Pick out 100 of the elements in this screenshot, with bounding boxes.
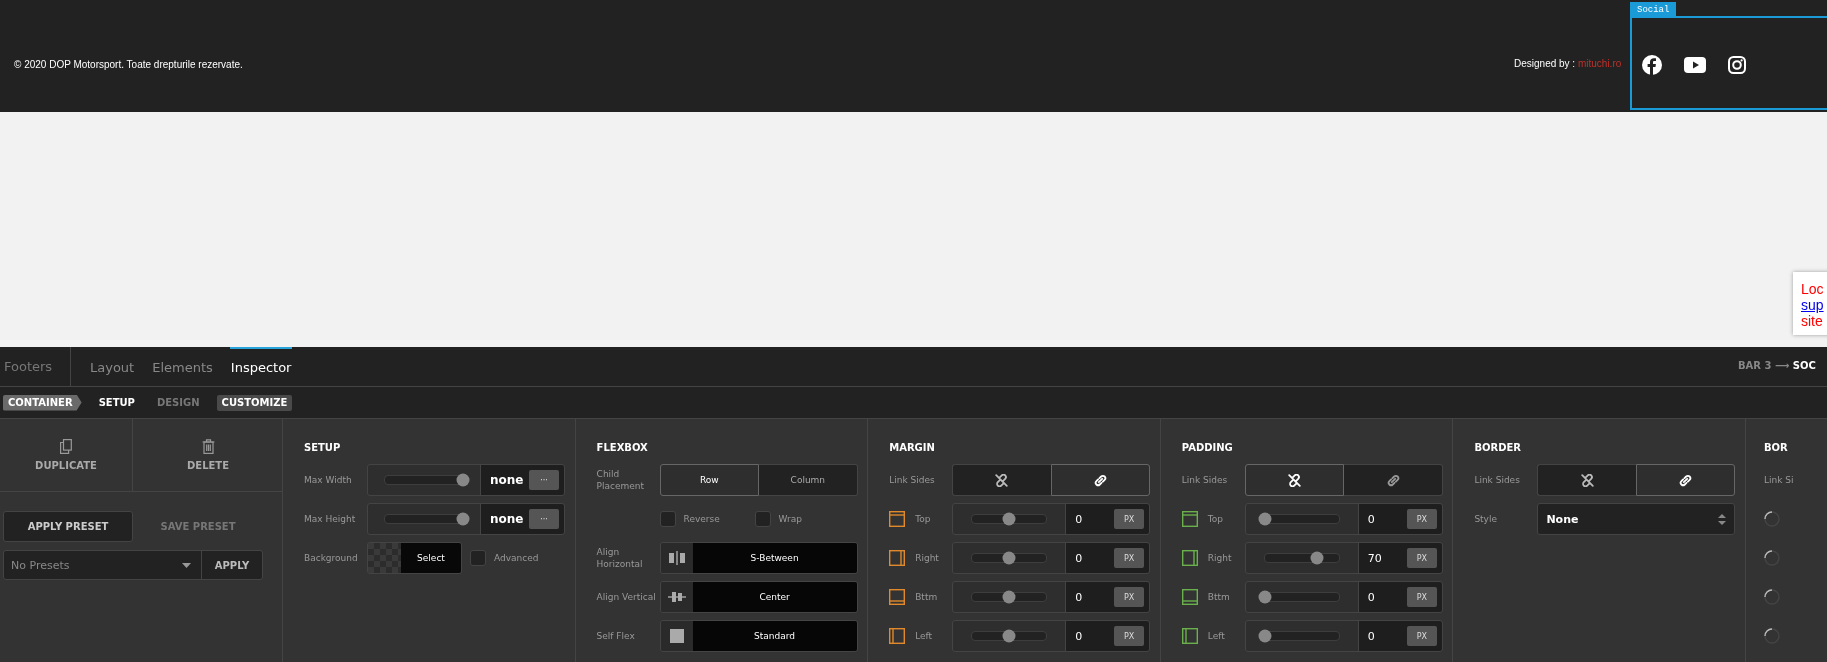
more-button[interactable]: ··· — [529, 509, 559, 529]
field-label: Left — [1207, 631, 1226, 641]
slider-thumb[interactable] — [1002, 551, 1016, 565]
slider-control[interactable]: 70 PX — [1244, 542, 1443, 574]
slider-control[interactable]: 0 PX — [952, 542, 1151, 574]
designed-by-text: Designed by : mituchi.ro — [1514, 58, 1622, 69]
delete-button[interactable]: DELETE — [133, 419, 283, 491]
field-label: Link Sides — [889, 475, 936, 485]
notice-text: Loc — [1801, 281, 1824, 297]
slider-thumb[interactable] — [1258, 512, 1272, 526]
panel-title: Footers — [4, 359, 54, 374]
unit-button[interactable]: PX — [1114, 626, 1145, 646]
unlink-sides-button[interactable] — [1244, 464, 1345, 496]
youtube-icon[interactable] — [1684, 57, 1706, 73]
loading-spinner-icon — [1763, 628, 1780, 644]
value-text: 70 — [1367, 551, 1382, 565]
align-select[interactable]: Standard — [659, 620, 858, 652]
link-sides-button[interactable] — [1635, 464, 1736, 496]
slider-control[interactable]: 0 PX — [952, 620, 1151, 652]
checkbox[interactable] — [754, 511, 771, 527]
slider-control[interactable]: none ··· — [367, 503, 565, 535]
field-label: Align Horizontal — [596, 546, 644, 570]
caret-icon — [182, 562, 191, 568]
slider-control[interactable]: 0 PX — [1244, 503, 1443, 535]
section-title: FLEXBOX — [596, 441, 649, 455]
breadcrumb-step[interactable]: CONTAINER — [3, 394, 82, 411]
field-label: Right — [1207, 553, 1233, 563]
slider-thumb[interactable] — [1002, 629, 1016, 643]
field-label: Right — [915, 553, 940, 563]
facebook-icon[interactable] — [1642, 55, 1662, 75]
unit-button[interactable]: PX — [1406, 626, 1437, 646]
slider-thumb[interactable] — [1258, 629, 1272, 643]
slider-control[interactable]: none ··· — [367, 464, 565, 496]
field-label: Background — [304, 553, 359, 563]
link-icon — [1093, 473, 1107, 487]
copyright-text: © 2020 DOP Motorsport. Toate drepturile rezervate. — [14, 58, 243, 70]
transparency-swatch — [368, 543, 401, 573]
field-label: Bttm — [915, 592, 939, 602]
panel-tab[interactable]: Layout — [89, 347, 136, 386]
unlink-icon — [995, 473, 1009, 487]
link-icon — [1386, 473, 1400, 487]
loading-spinner-icon — [1763, 511, 1780, 527]
section-title: BOR — [1763, 441, 1789, 455]
checkbox[interactable] — [470, 550, 486, 566]
field-label: Link Sides — [1474, 475, 1521, 485]
notice-text: site — [1801, 313, 1823, 329]
unit-button[interactable]: PX — [1114, 509, 1145, 529]
section-title: PADDING — [1181, 441, 1234, 455]
slider-control[interactable]: 0 PX — [1244, 620, 1443, 652]
segment-option[interactable]: Row — [659, 464, 760, 496]
unit-button[interactable]: PX — [1406, 509, 1437, 529]
segment-option[interactable]: Column — [759, 464, 858, 496]
panel-tab[interactable]: Elements — [151, 347, 214, 386]
updown-icon — [1718, 513, 1727, 525]
slider-thumb[interactable] — [1002, 590, 1016, 604]
field-label: Align Vertical — [596, 591, 657, 603]
slider-thumb[interactable] — [1258, 590, 1272, 604]
slider-thumb[interactable] — [1310, 551, 1324, 565]
unit-button[interactable]: PX — [1114, 548, 1145, 568]
value-text: 0 — [1367, 590, 1375, 604]
slider-thumb[interactable] — [456, 473, 470, 487]
checkbox[interactable] — [659, 511, 676, 527]
instagram-icon[interactable] — [1728, 56, 1746, 74]
value-text: 0 — [1075, 629, 1083, 643]
customize-button[interactable]: CUSTOMIZE — [216, 394, 293, 411]
value-text: 0 — [1367, 512, 1375, 526]
square-icon — [669, 629, 684, 643]
slider-thumb[interactable] — [1002, 512, 1016, 526]
align-select[interactable]: Center — [659, 581, 858, 613]
slider-control[interactable]: 0 PX — [952, 503, 1151, 535]
field-label: Top — [915, 514, 932, 524]
value-text: none — [490, 512, 524, 526]
slider-control[interactable]: 0 PX — [1244, 581, 1443, 613]
slider-control[interactable]: 0 PX — [952, 581, 1151, 613]
preset-select[interactable]: No Presets — [4, 551, 202, 579]
slider-thumb[interactable] — [456, 512, 470, 526]
field-label: Self Flex — [596, 630, 636, 642]
value-text: 0 — [1075, 512, 1083, 526]
unit-button[interactable]: PX — [1114, 587, 1145, 607]
notice-link[interactable]: sup — [1801, 297, 1824, 313]
unit-button[interactable]: PX — [1406, 587, 1437, 607]
field-label: Child Placement — [596, 468, 646, 492]
unlink-sides-button[interactable] — [952, 464, 1051, 496]
link-sides-button[interactable] — [1050, 464, 1151, 496]
apply-button[interactable]: APPLY — [202, 551, 262, 579]
field-label: Link Sides — [1181, 475, 1229, 485]
unlink-sides-button[interactable] — [1537, 464, 1636, 496]
background-picker[interactable]: Select — [367, 542, 462, 574]
step-tab[interactable]: SETUP — [93, 394, 140, 411]
more-button[interactable]: ··· — [529, 470, 559, 490]
duplicate-button[interactable]: DUPLICATE — [0, 419, 133, 491]
align-select[interactable]: S-Between — [659, 542, 858, 574]
field-label: Top — [1207, 514, 1224, 524]
section-title: BORDER — [1474, 441, 1523, 455]
preset-tab[interactable]: APPLY PRESET — [3, 511, 133, 542]
loading-spinner-icon — [1763, 589, 1780, 605]
style-select[interactable]: None — [1537, 503, 1736, 535]
field-label: Left — [915, 631, 934, 641]
unit-button[interactable]: PX — [1406, 548, 1437, 568]
field-label: Max Height — [304, 514, 357, 524]
